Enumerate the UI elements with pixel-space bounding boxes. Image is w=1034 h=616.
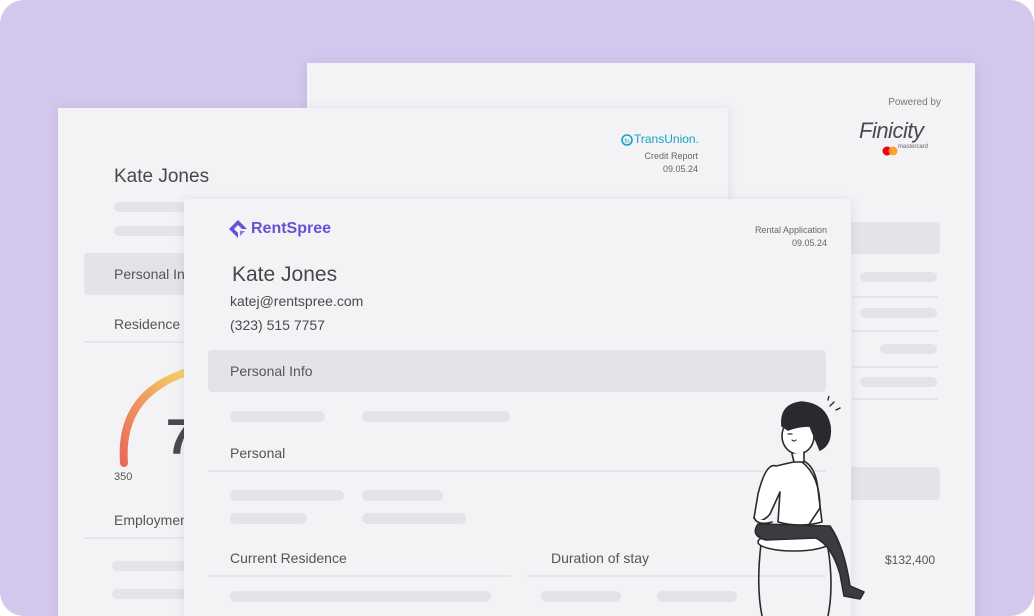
mastercard-label: mastercard bbox=[898, 144, 929, 150]
current-residence-heading: Current Residence bbox=[230, 550, 347, 566]
amount-value: $132,400 bbox=[885, 553, 936, 567]
section-divider bbox=[84, 341, 194, 343]
rentspree-logo: RentSpree bbox=[251, 220, 332, 237]
section-divider bbox=[84, 537, 194, 539]
placeholder-line bbox=[230, 490, 344, 501]
placeholder-line bbox=[112, 589, 188, 599]
transunion-logo: TransUnion. bbox=[634, 132, 699, 146]
row-divider bbox=[852, 330, 938, 332]
employment-heading: Employment bbox=[114, 512, 192, 528]
placeholder-line bbox=[114, 202, 194, 212]
placeholder-line bbox=[114, 226, 194, 236]
placeholder-line bbox=[880, 344, 937, 354]
section-divider bbox=[208, 470, 826, 472]
finicity-header-bar bbox=[847, 222, 940, 254]
rentspree-logo-icon bbox=[228, 219, 248, 239]
applicant-name: Kate Jones bbox=[232, 263, 338, 286]
woman-sitting-illustration bbox=[736, 395, 886, 616]
report-date: 09.05.24 bbox=[662, 164, 698, 174]
score-min-label: 350 bbox=[114, 471, 133, 483]
placeholder-line bbox=[362, 411, 510, 422]
placeholder-line bbox=[230, 591, 491, 602]
applicant-name: Kate Jones bbox=[114, 166, 210, 187]
placeholder-line bbox=[657, 591, 737, 602]
placeholder-line bbox=[230, 513, 307, 524]
duration-of-stay-heading: Duration of stay bbox=[551, 550, 650, 566]
placeholder-line bbox=[860, 272, 937, 282]
placeholder-line bbox=[362, 490, 443, 501]
row-divider bbox=[852, 296, 938, 298]
finicity-logo: Finicity bbox=[859, 118, 924, 143]
row-divider bbox=[852, 366, 938, 368]
section-divider bbox=[208, 575, 511, 577]
residence-heading: Residence bbox=[114, 316, 181, 332]
applicant-phone: (323) 515 7757 bbox=[230, 317, 325, 333]
powered-by-label: Powered by bbox=[888, 97, 941, 108]
placeholder-line bbox=[541, 591, 621, 602]
placeholder-line bbox=[860, 308, 937, 318]
placeholder-line bbox=[112, 561, 188, 571]
applicant-email: katej@rentspree.com bbox=[230, 293, 364, 309]
svg-text:tu: tu bbox=[624, 139, 629, 145]
background-panel: Powered by Finicity mastercard $132,400 … bbox=[0, 0, 1034, 616]
document-type-label: Rental Application bbox=[754, 225, 827, 235]
report-type-label: Credit Report bbox=[644, 151, 698, 161]
personal-info-heading: Personal Info bbox=[230, 363, 313, 379]
transunion-logo-icon: tu bbox=[621, 133, 633, 146]
document-date: 09.05.24 bbox=[791, 238, 827, 248]
placeholder-line bbox=[230, 411, 325, 422]
placeholder-line bbox=[362, 513, 466, 524]
placeholder-line bbox=[860, 377, 937, 387]
personal-heading: Personal bbox=[230, 445, 286, 461]
